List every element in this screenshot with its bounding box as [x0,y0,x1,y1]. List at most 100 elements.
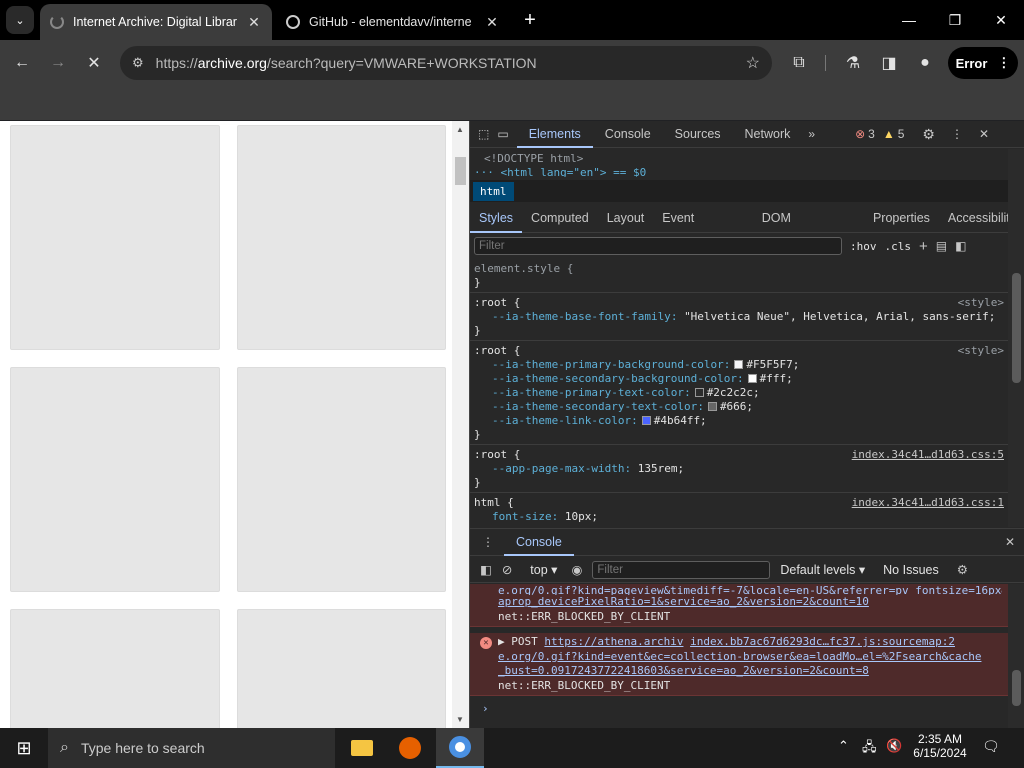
error-menu-button[interactable]: Error ⋮ [948,47,1018,79]
tab-search-button[interactable]: ⌄ [6,6,34,34]
css-property[interactable]: font-size: 10px; [474,510,1004,524]
warning-count[interactable]: 5 [898,127,905,141]
close-devtools-icon[interactable]: ✕ [979,127,989,141]
css-property[interactable]: --ia-theme-secondary-text-color: #666; [474,400,1004,414]
rule-selector[interactable]: element.style { [474,262,1004,276]
tab-sources[interactable]: Sources [663,121,733,148]
clear-console-icon[interactable]: ⊘ [502,562,512,577]
console-settings-icon[interactable]: ⚙ [957,562,968,577]
bookmark-star-icon[interactable]: ☆ [746,53,760,73]
scroll-down-icon[interactable]: ▼ [456,715,464,724]
request-url[interactable]: e.org/0.gif?kind=pageview&timediff=-7&lo… [498,584,1002,595]
close-tab-icon[interactable]: ✕ [246,14,262,31]
context-selector[interactable]: top ▾ [530,562,557,577]
styles-filter-input[interactable] [474,237,842,255]
volume-muted-icon[interactable]: 🔇 [886,738,902,754]
url-text[interactable]: https://archive.org/search?query=VMWARE+… [156,55,734,71]
forward-button[interactable]: → [44,49,72,77]
result-card-placeholder[interactable] [237,125,446,350]
rule-selector[interactable]: :root { [474,344,1004,358]
scrollbar-thumb[interactable] [1012,273,1021,383]
restore-button[interactable]: ❐ [932,0,978,40]
result-card-placeholder[interactable] [10,609,220,728]
tab-internet-archive[interactable]: Internet Archive: Digital Librar ✕ [40,4,272,40]
subtab-event-listeners[interactable]: Event Listeners [653,203,752,255]
scrollbar-thumb[interactable] [1012,670,1021,706]
page-scrollbar[interactable]: ▲ ▼ [452,121,469,728]
error-count[interactable]: 3 [868,127,875,141]
new-tab-button[interactable]: + [516,6,544,34]
labs-button[interactable]: ⚗ [839,49,867,77]
new-rule-icon[interactable]: + [919,238,928,255]
clock[interactable]: 2:35 AM 6/15/2024 [912,732,968,760]
toggle-sidebar-icon[interactable]: ◧ [955,239,966,253]
css-property[interactable]: --app-page-max-width: 135rem; [474,462,1004,476]
console-sidebar-icon[interactable]: ◧ [480,562,492,577]
subtab-computed[interactable]: Computed [522,203,598,233]
network-icon[interactable]: 🖧 [862,738,877,760]
show-hidden-icons-chevron-icon[interactable]: ⌃ [838,738,849,754]
minimize-button[interactable]: — [886,0,932,40]
dom-line-html[interactable]: ··· <html lang="en"> == $0 [470,165,1024,177]
more-vert-icon[interactable]: ⋮ [951,127,963,141]
css-property[interactable]: --ia-theme-secondary-background-color: #f… [474,372,1004,386]
expand-arrow-icon[interactable]: ▶ [498,635,505,648]
css-property[interactable]: --ia-theme-base-font-family: "Helvetica … [474,310,1004,324]
subtab-properties[interactable]: Properties [864,203,939,233]
console-filter-input[interactable] [592,560,771,579]
result-card-placeholder[interactable] [237,609,446,728]
tab-elements[interactable]: Elements [516,121,593,148]
error-count-icon[interactable]: ⊗ [855,127,865,141]
request-url[interactable]: e.org/0.gif?kind=event&ec=collection-bro… [498,650,1002,665]
scrollbar-thumb[interactable] [455,157,466,185]
dom-line-doctype[interactable]: <!DOCTYPE html> [470,149,1024,165]
side-panel-button[interactable]: ◨ [875,49,903,77]
inspect-element-icon[interactable]: ⬚ [470,127,497,141]
console-scrollbar[interactable] [1008,584,1024,728]
css-property[interactable]: --ia-theme-link-color: #4b64ff; [474,414,1004,428]
rule-selector[interactable]: :root { [474,296,1004,310]
source-link[interactable]: index.bb7ac67d6293dc…fc37.js:sourcemap:2 [690,635,955,648]
subtab-dom-breakpoints[interactable]: DOM Breakpoints [753,203,864,255]
request-url[interactable]: https://athena.archiv [544,635,683,648]
tab-console[interactable]: Console [593,121,663,148]
file-explorer-button[interactable] [338,728,386,768]
scroll-up-icon[interactable]: ▲ [456,125,464,134]
subtab-styles[interactable]: Styles [470,203,523,233]
subtab-layout[interactable]: Layout [598,203,654,233]
warning-count-icon[interactable]: ▲ [883,127,895,141]
hov-toggle[interactable]: :hov [850,240,877,253]
request-url[interactable]: aprop_devicePixelRatio=1&service=ao_2&ve… [498,595,1002,610]
chrome-button[interactable] [436,728,484,768]
drawer-menu-icon[interactable]: ⋮ [470,535,504,549]
live-expression-eye-icon[interactable]: ◉ [571,562,582,577]
notifications-icon[interactable]: 🗨 [982,738,1000,755]
paint-icon[interactable]: ▤ [936,239,947,253]
console-prompt[interactable]: › [470,696,1008,715]
styles-scrollbar[interactable] [1008,149,1024,527]
more-tabs-icon[interactable]: » [802,127,821,141]
profile-button[interactable]: ● [911,49,939,77]
back-button[interactable]: ← [8,49,36,77]
rule-source-link[interactable]: index.34c41…d1d63.css:5 [852,448,1004,462]
tab-github[interactable]: GitHub - elementdavv/interne ✕ [276,4,510,40]
css-property[interactable]: --ia-theme-primary-text-color: #2c2c2c; [474,386,1004,400]
breadcrumb-html[interactable]: html [473,181,514,201]
extensions-button[interactable]: ⧉ [785,49,813,77]
result-card-placeholder[interactable] [237,367,446,592]
close-window-button[interactable]: ✕ [978,0,1024,40]
result-card-placeholder[interactable] [10,367,220,592]
result-card-placeholder[interactable] [10,125,220,350]
address-bar[interactable]: ⚙ https://archive.org/search?query=VMWAR… [120,46,772,80]
firefox-button[interactable] [386,728,434,768]
rule-source-link[interactable]: index.34c41…d1d63.css:1 [852,496,1004,510]
start-button[interactable]: ⊞ [0,728,48,768]
log-levels-dropdown[interactable]: Default levels ▾ [780,562,865,577]
site-info-icon[interactable]: ⚙ [132,55,144,71]
issues-counter[interactable]: No Issues [883,563,939,577]
drawer-tab-console[interactable]: Console [504,529,574,556]
request-url[interactable]: _bust=0.09172437722418603&service=ao_2&v… [498,664,1002,679]
stop-loading-button[interactable]: ✕ [80,49,108,77]
tab-network[interactable]: Network [733,121,803,148]
taskbar-search[interactable]: ⌕ Type here to search [48,728,335,768]
